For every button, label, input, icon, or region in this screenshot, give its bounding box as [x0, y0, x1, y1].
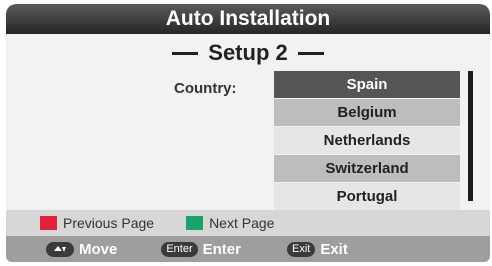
control-bar: Move Enter Enter Exit Exit: [6, 236, 490, 262]
exit-label: Exit: [320, 240, 348, 258]
enter-key-icon: Enter: [161, 241, 198, 257]
enter-control: Enter Enter: [161, 241, 241, 258]
title-bar: Auto Installation: [6, 4, 490, 34]
country-list-scrollbar[interactable]: [468, 71, 473, 201]
country-item-spain[interactable]: Spain: [274, 71, 460, 98]
subtitle-row: Setup 2: [6, 37, 490, 69]
dash-right: [297, 51, 324, 55]
setup-screen: Auto Installation Setup 2 Country: Spain…: [6, 4, 490, 262]
country-item-belgium[interactable]: Belgium: [274, 99, 460, 126]
move-label: Move: [79, 240, 118, 258]
enter-label: Enter: [202, 240, 241, 258]
next-page-label: Next Page: [209, 215, 275, 231]
country-item-netherlands[interactable]: Netherlands: [274, 127, 460, 154]
country-label: Country:: [174, 80, 237, 97]
exit-key-icon: Exit: [286, 241, 316, 257]
exit-control: Exit Exit: [286, 240, 348, 258]
country-item-portugal[interactable]: Portugal: [274, 183, 460, 210]
next-page-hint[interactable]: Next Page: [186, 215, 274, 231]
previous-page-label: Previous Page: [63, 215, 155, 231]
page-title: Auto Installation: [165, 7, 331, 30]
red-key-icon: [40, 216, 57, 230]
dash-left: [172, 51, 199, 55]
country-list[interactable]: Spain Belgium Netherlands Switzerland Po…: [274, 71, 460, 210]
setup-subtitle: Setup 2: [208, 40, 288, 65]
up-down-arrows-icon: [46, 241, 74, 257]
previous-page-hint[interactable]: Previous Page: [40, 215, 154, 231]
green-key-icon: [186, 216, 204, 230]
page-hint-bar: Previous Page Next Page: [6, 210, 490, 236]
move-control: Move: [46, 241, 117, 258]
country-item-switzerland[interactable]: Switzerland: [274, 155, 460, 182]
